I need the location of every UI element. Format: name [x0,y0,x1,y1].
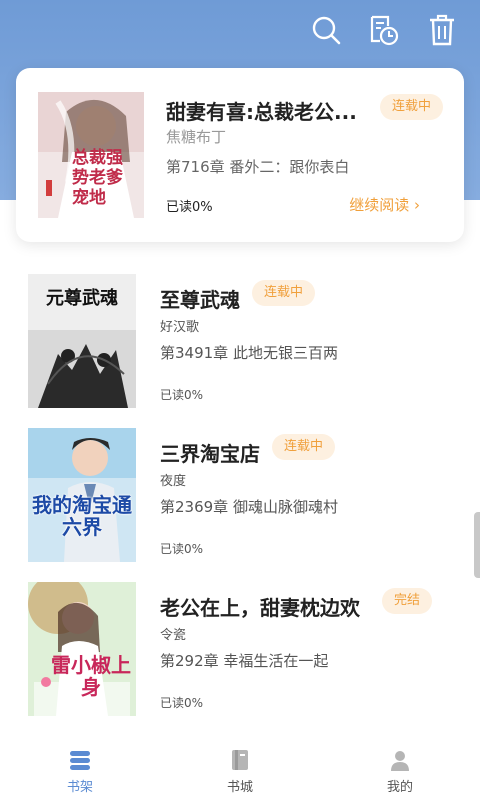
tab-bookstore[interactable]: 书城 [160,738,320,800]
status-badge: 完结 [382,588,433,614]
featured-book-title[interactable]: 甜妻有喜:总裁老公... [166,96,366,125]
book-chapter: 第3491章 此地无银三百两 [160,344,338,362]
book-chapter: 第292章 幸福生活在一起 [160,652,329,670]
featured-book-cover[interactable]: 总裁强势老爹宠地 [38,92,144,218]
book-list-item[interactable]: 我的淘宝通六界 三界淘宝店 连载中 夜度 第2369章 御魂山脉御魂村 已读0% [0,428,480,568]
edge-drag-handle[interactable] [474,512,480,578]
read-progress: 已读0% [160,388,204,402]
book-chapter: 第2369章 御魂山脉御魂村 [160,498,338,516]
book-list-item[interactable]: 雷小椒上身 老公在上，甜妻枕边欢 完结 令瓷 第292章 幸福生活在一起 已读0… [0,582,480,722]
tab-label: 我的 [386,780,413,795]
book-cover-title: 雷小椒上身 [51,653,131,699]
featured-book-author: 焦糖布丁 [166,128,227,146]
tab-label: 书城 [226,780,253,795]
featured-status-badge: 连载中 [380,94,444,120]
read-progress: 已读0% [160,696,204,710]
status-badge: 连载中 [272,434,336,460]
featured-book-chapter: 第716章 番外二：跟你表白 [166,158,350,176]
trash-icon[interactable] [426,14,458,46]
bottom-tab-bar: 书架 书城 我的 [0,738,480,800]
read-progress: 已读0% [160,542,204,556]
user-icon [388,748,412,772]
featured-book-card[interactable]: 总裁强势老爹宠地 甜妻有喜:总裁老公... 连载中 焦糖布丁 第716章 番外二… [16,68,464,242]
book-cover[interactable]: 我的淘宝通六界 [28,428,136,562]
history-icon[interactable] [368,14,400,46]
book-author: 夜度 [160,474,187,489]
book-cover-title: 元尊武魂 [46,288,118,309]
book-author: 令瓷 [160,628,187,643]
featured-read-progress: 已读0% [166,200,213,215]
book-cover[interactable]: 元尊武魂 [28,274,136,408]
continue-reading-button[interactable]: 继续阅读 › [349,194,420,215]
book-list-item[interactable]: 元尊武魂 至尊武魂 连载中 好汉歌 第3491章 此地无银三百两 已读0% [0,274,480,414]
search-icon[interactable] [310,14,342,46]
book-cover-title: 我的淘宝通六界 [32,493,132,539]
book-cover[interactable]: 雷小椒上身 [28,582,136,716]
featured-cover-title: 总裁强势老爹宠地 [72,148,123,208]
header-actions [310,14,458,46]
tab-label: 书架 [66,780,93,795]
book-title[interactable]: 老公在上，甜妻枕边欢 [160,592,360,621]
book-title[interactable]: 至尊武魂 [160,284,240,313]
tab-profile[interactable]: 我的 [320,738,480,800]
status-badge: 连载中 [252,280,316,306]
bookstore-icon [228,748,252,772]
tab-bookshelf[interactable]: 书架 [0,738,160,800]
bookshelf-icon [68,748,92,772]
book-author: 好汉歌 [160,320,200,335]
book-title[interactable]: 三界淘宝店 [160,438,260,467]
